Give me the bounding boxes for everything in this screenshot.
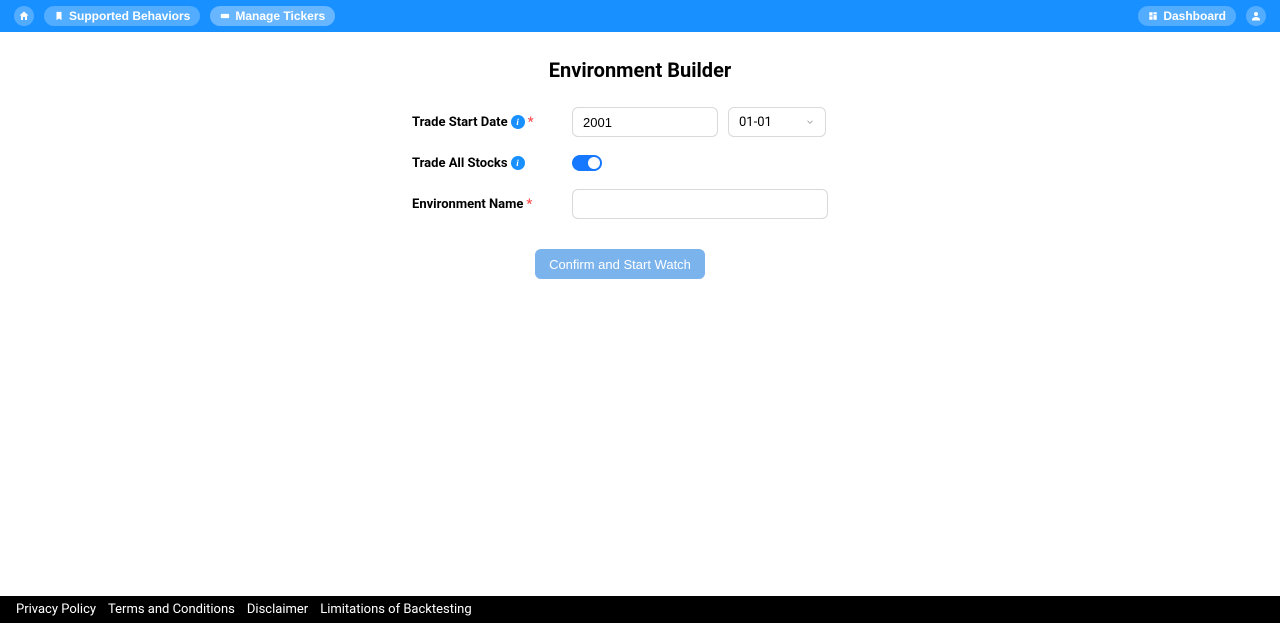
top-navbar: Supported Behaviors Manage Tickers Dashb… [0, 0, 1280, 32]
main-content: Environment Builder Trade Start Date i *… [0, 32, 1280, 596]
footer-privacy-policy[interactable]: Privacy Policy [16, 602, 96, 617]
ticket-icon [220, 11, 230, 21]
nav-dashboard[interactable]: Dashboard [1138, 6, 1236, 26]
label-text: Trade All Stocks [412, 156, 508, 171]
required-asterisk: * [526, 197, 532, 212]
user-account-button[interactable] [1246, 6, 1266, 26]
dashboard-icon [1148, 11, 1158, 21]
chevron-down-icon [805, 117, 815, 127]
footer-limitations[interactable]: Limitations of Backtesting [320, 602, 471, 617]
confirm-start-watch-button[interactable]: Confirm and Start Watch [535, 249, 705, 279]
nav-item-label: Dashboard [1163, 9, 1226, 23]
footer-disclaimer[interactable]: Disclaimer [247, 602, 308, 617]
label-text: Environment Name [412, 197, 523, 212]
environment-name-controls [572, 189, 828, 219]
trade-start-date-label: Trade Start Date i * [412, 115, 572, 130]
nav-manage-tickers[interactable]: Manage Tickers [210, 6, 335, 26]
environment-name-input[interactable] [572, 189, 828, 219]
submit-row: Confirm and Start Watch [412, 249, 828, 279]
trade-start-date-controls: 01-01 [572, 107, 828, 137]
home-button[interactable] [14, 6, 34, 26]
home-icon [18, 10, 30, 22]
trade-all-stocks-label: Trade All Stocks i [412, 156, 572, 171]
environment-name-label: Environment Name* [412, 197, 572, 212]
info-icon[interactable]: i [511, 156, 525, 170]
footer: Privacy Policy Terms and Conditions Disc… [0, 596, 1280, 623]
trade-all-stocks-toggle[interactable] [572, 155, 602, 171]
user-icon [1250, 10, 1262, 22]
trade-all-stocks-row: Trade All Stocks i [412, 155, 828, 171]
footer-terms[interactable]: Terms and Conditions [108, 602, 235, 617]
trade-all-stocks-controls [572, 155, 828, 171]
navbar-right: Dashboard [1138, 6, 1266, 26]
nav-item-label: Supported Behaviors [69, 9, 190, 23]
page-title: Environment Builder [549, 58, 731, 82]
environment-form: Trade Start Date i * 01-01 Trade All Sto… [412, 107, 828, 279]
nav-supported-behaviors[interactable]: Supported Behaviors [44, 6, 200, 26]
required-asterisk: * [528, 115, 534, 130]
bookmark-icon [54, 11, 64, 21]
select-value: 01-01 [739, 115, 772, 130]
label-text: Trade Start Date [412, 115, 508, 130]
year-input[interactable] [572, 107, 718, 137]
nav-item-label: Manage Tickers [235, 9, 325, 23]
environment-name-row: Environment Name* [412, 189, 828, 219]
trade-start-date-row: Trade Start Date i * 01-01 [412, 107, 828, 137]
info-icon[interactable]: i [511, 115, 525, 129]
date-select[interactable]: 01-01 [728, 107, 826, 137]
navbar-left: Supported Behaviors Manage Tickers [14, 6, 335, 26]
